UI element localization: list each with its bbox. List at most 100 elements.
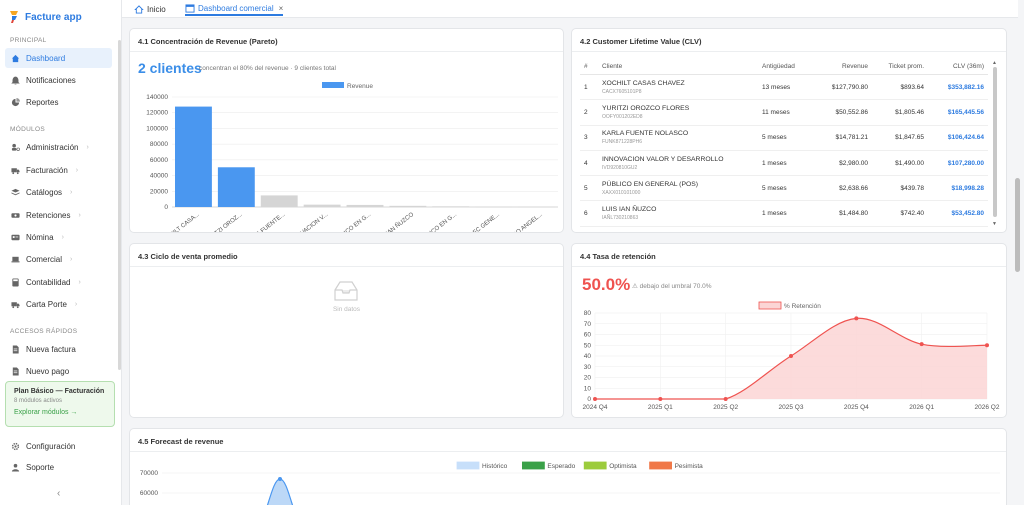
sidebar-item-retenciones[interactable]: Retenciones › [5,205,112,225]
cell-num: 5 [580,175,598,202]
col-header-cliente[interactable]: Cliente [598,59,758,75]
sidebar-item-label: Dashboard [26,53,66,63]
sidebar-item-label: Nuevo pago [26,366,70,376]
section-accesos: ACCESOS RÁPIDOS [10,328,78,335]
ciclo-card: 4.3 Ciclo de venta promedio Sin datos [129,243,564,418]
sidebar-item-notificaciones[interactable]: Notificaciones [5,70,112,90]
chevron-right-icon: › [86,143,89,151]
data-point [789,354,793,358]
sidebar-item-catalogos[interactable]: Catálogos › [5,182,112,202]
sidebar-item-facturacion[interactable]: Facturación › [5,160,112,180]
table-row[interactable]: 4 INNOVACION VALOR Y DESARROLLO IVD920810G… [580,150,988,177]
clv-value: $107,280.00 [947,159,984,167]
truck-icon [11,167,20,174]
home-icon [11,54,20,62]
col-header-clv[interactable]: CLV (36m) [928,59,988,75]
x-tick-label: 2024 Q4 [583,404,608,411]
cell-clv: $53,452.80 [928,200,988,227]
sidebar-scrollbar[interactable] [118,40,121,370]
cell-ticket: $742.40 [872,200,928,227]
legend-label: Optimista [609,463,637,470]
cell-revenue: $50,552.86 [810,99,872,126]
collapse-sidebar-button[interactable]: ‹ [57,488,60,499]
scroll-up-icon[interactable]: ▲ [992,60,997,66]
tab-inicio[interactable]: Inicio [134,3,166,16]
col-header-num[interactable]: # [580,59,598,75]
close-icon[interactable]: × [279,4,284,13]
y-tick-label: 70 [584,321,592,328]
sidebar-item-carta-porte[interactable]: Carta Porte › [5,294,112,314]
x-tick-label: LUIS IAN ÑUZCO [373,211,415,233]
col-header-revenue[interactable]: Revenue [810,59,872,75]
table-row[interactable]: 5 PÚBLICO EN GENERAL (POS) XAXX010101000 5 … [580,175,988,202]
x-tick-label: 2025 Q1 [648,404,673,411]
legend-swatch [456,461,480,470]
sidebar-item-soporte[interactable]: Soporte [5,457,112,477]
table-row[interactable]: 2 YURITZI OROZCO FLORES OOFY001202ED8 11 me… [580,99,988,126]
table-row[interactable]: 6 LUIS IAN ÑUZCO IAÑL730210863 1 meses $1,48… [580,200,988,227]
table-row[interactable]: 1 XOCHILT CASAS CHAVEZ CACX7605101P8 13 mes… [580,74,988,101]
bar [518,206,555,208]
bar [475,206,513,208]
pie-chart-icon [11,97,20,106]
sidebar-item-label: Configuración [26,441,76,451]
cell-clv: $107,280.00 [928,150,988,177]
calculator-icon [12,277,19,287]
sidebar-item-administracion[interactable]: Administración › [5,137,112,157]
chevron-right-icon: › [70,255,73,263]
sidebar-item-label: Catálogos [26,187,63,197]
brand-icon [10,11,18,23]
sidebar-item-comercial[interactable]: Comercial › [5,249,112,269]
document-icon [12,366,19,376]
sidebar-item-nomina[interactable]: Nómina › [5,227,112,247]
clv-title: 4.2 Customer Lifetime Value (CLV) [580,37,702,46]
retencion-chart: % Retención 0 10 20 30 40 50 60 70 80 2024 Q4 2025 … [583,301,1000,411]
legend-label: Histórico [482,463,508,470]
app-root: Facture app PRINCIPAL Dashboard Notifica… [0,0,1024,505]
client-name: YURITZI OROZCO FLORES [602,104,690,112]
sidebar-item-nuevo-pago[interactable]: Nuevo pago [5,361,112,381]
y-tick-label: 0 [164,204,168,211]
cell-num: 6 [580,200,598,227]
y-tick-label: 60000 [140,490,158,497]
tab-dashboard-comercial[interactable]: Dashboard comercial × [185,3,284,16]
scroll-down-icon[interactable]: ▼ [992,221,997,227]
id-card-icon [11,234,20,240]
cell-antiguedad: 13 meses [758,74,810,101]
table-row[interactable]: 3 KARLA FUENTE NOLASCO FUNK871228PH6 5 mese… [580,125,988,151]
sidebar-item-configuracion[interactable]: Configuración [5,436,112,456]
cell-cliente: YURITZI OROZCO FLORES OOFY001202ED8 [598,99,758,126]
cell-ticket: $1,490.00 [872,150,928,177]
cell-ticket: $1,805.46 [872,99,928,126]
x-tick-label: 2025 Q4 [844,404,869,411]
cell-clv: $165,445.56 [928,99,988,126]
client-name: INNOVACION VALOR Y DESARROLLO [602,155,724,163]
cell-revenue: $1,484.80 [810,200,872,227]
bar [217,167,255,207]
sidebar-item-label: Contabilidad [26,277,71,287]
sidebar-item-reportes[interactable]: Reportes [5,92,112,112]
plan-title: Plan Básico — Facturación [14,388,105,395]
bar [389,205,427,207]
cell-antiguedad: 11 meses [758,99,810,126]
sidebar-item-label: Notificaciones [26,75,76,85]
explore-modules-link[interactable]: Explorar módulos → [14,409,106,416]
legend-label: Esperado [547,463,575,470]
chevron-right-icon: › [75,166,79,174]
page-scrollbar[interactable] [1015,178,1020,272]
sidebar-item-nueva-factura[interactable]: Nueva factura [5,339,112,359]
pareto-chart: Revenue 0 20000 40000 60000 80000 100000 120000… [146,82,558,233]
sidebar-item-dashboard[interactable]: Dashboard [5,48,112,68]
table-scrollbar[interactable] [993,67,997,217]
x-tick-label: XOCHILT CASA... [159,212,201,233]
sidebar-item-contabilidad[interactable]: Contabilidad › [5,272,112,292]
sidebar-item-label: Nómina [26,232,54,242]
data-point [919,342,924,347]
sidebar-item-label: Facturación [26,165,68,175]
divider [130,266,563,267]
col-header-ticket[interactable]: Ticket prom. [872,59,928,75]
y-tick-label: 10 [584,385,592,392]
col-header-antiguedad[interactable]: Antigüedad [758,59,810,75]
truck-icon [11,301,20,308]
brand-logo[interactable]: Facture app [9,9,82,25]
